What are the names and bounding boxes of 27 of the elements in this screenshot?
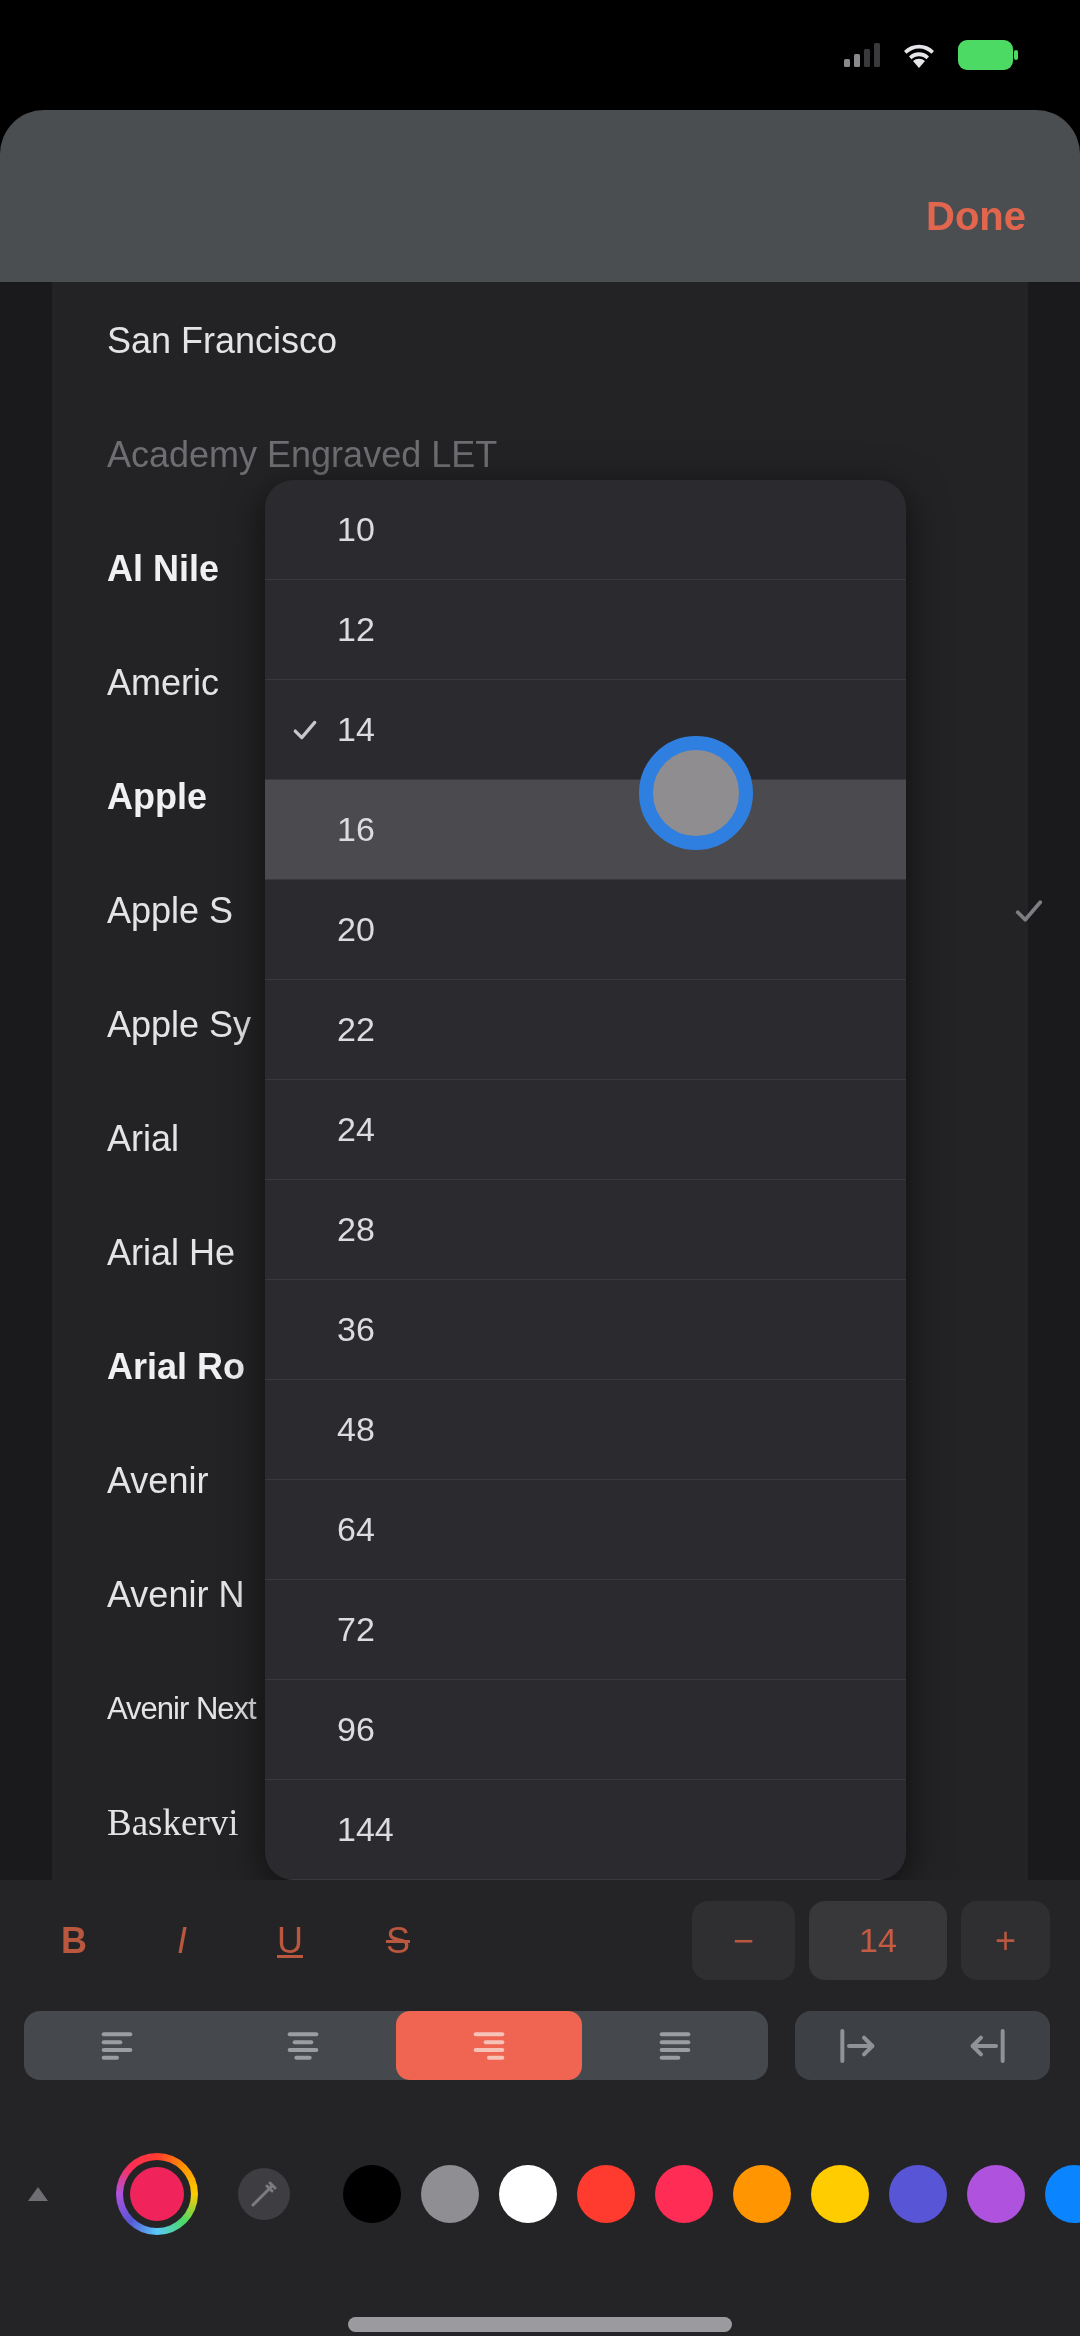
size-menu-item[interactable]: 96: [265, 1680, 906, 1780]
color-swatch[interactable]: [733, 2165, 791, 2223]
battery-icon: [958, 40, 1018, 70]
alignment-segment[interactable]: [396, 2011, 582, 2080]
size-menu-item[interactable]: 48: [265, 1380, 906, 1480]
font-list-item[interactable]: San Francisco: [0, 284, 1080, 398]
size-menu-item[interactable]: 36: [265, 1280, 906, 1380]
chevron-up-icon: [26, 2185, 50, 2203]
size-menu-item[interactable]: 22: [265, 980, 906, 1080]
size-menu-item[interactable]: 64: [265, 1480, 906, 1580]
size-menu-item[interactable]: 24: [265, 1080, 906, 1180]
color-swatch[interactable]: [655, 2165, 713, 2223]
size-menu-item[interactable]: 10: [265, 480, 906, 580]
eyedropper-icon[interactable]: [236, 2166, 292, 2222]
color-swatch[interactable]: [967, 2165, 1025, 2223]
size-menu-item[interactable]: 72: [265, 1580, 906, 1680]
size-menu-item[interactable]: 20: [265, 880, 906, 980]
color-swatch[interactable]: [577, 2165, 635, 2223]
size-menu-item[interactable]: 12: [265, 580, 906, 680]
touch-indicator-icon: [638, 735, 754, 851]
size-menu-item[interactable]: 16: [265, 780, 906, 880]
color-swatch[interactable]: [499, 2165, 557, 2223]
signal-icon: [844, 43, 880, 67]
wifi-icon: [902, 42, 936, 68]
color-swatch[interactable]: [811, 2165, 869, 2223]
color-swatch[interactable]: [889, 2165, 947, 2223]
size-menu-item[interactable]: 28: [265, 1180, 906, 1280]
